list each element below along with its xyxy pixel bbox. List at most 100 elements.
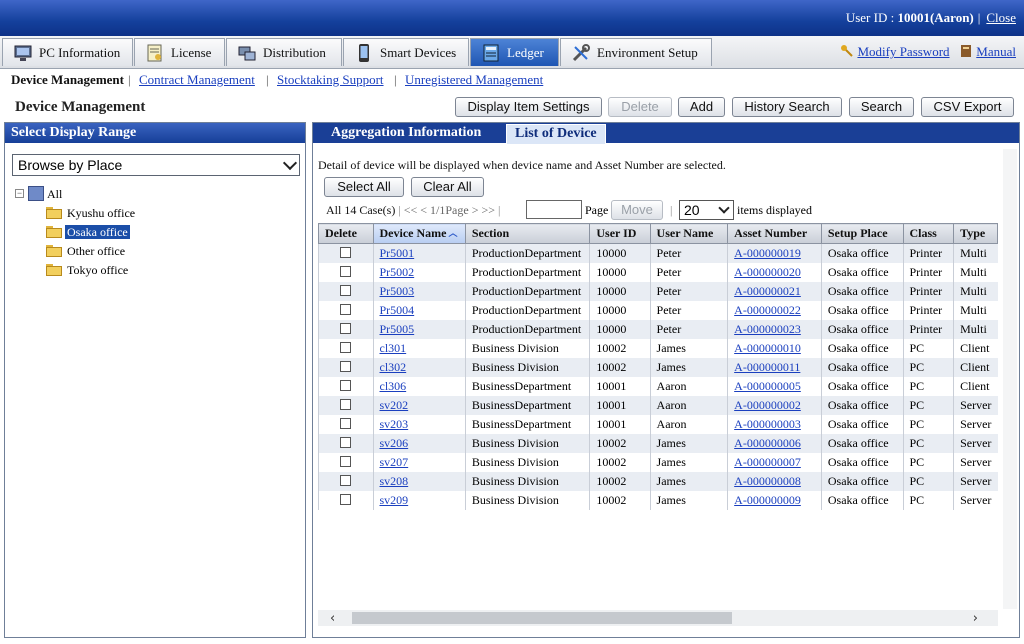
tree-node-tokyo-office[interactable]: Tokyo office: [15, 261, 135, 280]
move-button[interactable]: Move: [611, 200, 663, 220]
device-name-link[interactable]: sv209: [372, 491, 466, 510]
delete-checkbox[interactable]: [340, 418, 352, 429]
delete-checkbox[interactable]: [340, 285, 352, 296]
column-header-setup-place[interactable]: Setup Place: [820, 223, 904, 244]
device-name-link[interactable]: cl301: [372, 339, 466, 358]
top-links: Modify Password Manual: [840, 44, 1016, 60]
csv-export-button[interactable]: CSV Export: [921, 97, 1014, 117]
delete-cell: [318, 453, 373, 472]
asset-number-link[interactable]: A-000000019: [727, 243, 822, 263]
display-item-settings-button[interactable]: Display Item Settings: [455, 97, 602, 117]
setup-place-cell: Osaka office: [820, 263, 903, 282]
column-header-device-name[interactable]: Device Name ︿: [372, 223, 466, 244]
scroll-left-icon[interactable]: ‹: [330, 611, 335, 626]
delete-checkbox[interactable]: [340, 266, 352, 277]
user-id-cell: 10000: [589, 301, 651, 320]
device-name-link[interactable]: Pr5004: [372, 301, 466, 320]
device-name-link[interactable]: sv207: [372, 453, 466, 472]
tab-aggregation-information[interactable]: Aggregation Information: [323, 123, 489, 143]
asset-number-link[interactable]: A-000000021: [727, 282, 822, 301]
asset-number-link[interactable]: A-000000006: [727, 434, 822, 453]
collapse-icon[interactable]: −: [15, 189, 24, 198]
column-header-delete[interactable]: Delete: [318, 223, 374, 244]
select-all-button[interactable]: Select All: [324, 177, 404, 197]
column-header-user-id[interactable]: User ID: [589, 223, 651, 244]
close-link[interactable]: Close: [986, 10, 1016, 25]
user-id-cell: 10002: [589, 358, 651, 377]
tab-list-of-device[interactable]: List of Device: [506, 124, 606, 144]
subnav-contract-management[interactable]: Contract Management: [139, 72, 255, 88]
column-header-class[interactable]: Class: [902, 223, 955, 244]
column-header-section[interactable]: Section: [464, 223, 591, 244]
asset-number-link[interactable]: A-000000009: [727, 491, 822, 510]
history-search-button[interactable]: History Search: [732, 97, 842, 117]
tab-environment-setup[interactable]: Environment Setup: [560, 38, 712, 66]
modify-password-link[interactable]: Modify Password: [857, 44, 949, 59]
scrollbar-thumb[interactable]: [352, 612, 732, 624]
asset-number-link[interactable]: A-000000020: [727, 263, 822, 282]
tab-ledger[interactable]: Ledger: [470, 38, 559, 66]
device-name-link[interactable]: sv203: [372, 415, 466, 434]
tab-license[interactable]: License: [134, 38, 225, 66]
setup-place-cell: Osaka office: [820, 472, 903, 491]
delete-checkbox[interactable]: [340, 456, 352, 467]
device-name-link[interactable]: cl302: [372, 358, 466, 377]
subnav-stocktaking-support[interactable]: Stocktaking Support: [277, 72, 384, 88]
delete-checkbox[interactable]: [340, 323, 352, 334]
pager-controls[interactable]: << < 1/1Page > >>: [404, 203, 495, 217]
delete-checkbox[interactable]: [340, 399, 352, 410]
asset-number-link[interactable]: A-000000002: [727, 396, 822, 415]
sort-ascending-icon: ︿: [448, 228, 458, 238]
add-button[interactable]: Add: [678, 97, 725, 117]
table-row: cl301 Business Division 10002 James A-000000…: [318, 339, 998, 358]
asset-number-link[interactable]: A-000000022: [727, 301, 822, 320]
delete-checkbox[interactable]: [340, 437, 352, 448]
asset-number-link[interactable]: A-000000008: [727, 472, 822, 491]
tree-node-osaka-office[interactable]: Osaka office: [15, 223, 135, 242]
asset-number-link[interactable]: A-000000023: [727, 320, 822, 339]
search-button[interactable]: Search: [849, 97, 914, 117]
device-name-link[interactable]: Pr5002: [372, 263, 466, 282]
device-name-link[interactable]: Pr5003: [372, 282, 466, 301]
device-name-link[interactable]: Pr5001: [372, 243, 466, 263]
tree-node-kyushu-office[interactable]: Kyushu office: [15, 204, 135, 223]
asset-number-link[interactable]: A-000000010: [727, 339, 822, 358]
tab-smart-devices[interactable]: Smart Devices: [343, 38, 469, 66]
delete-checkbox[interactable]: [340, 380, 352, 391]
tab-pc-information[interactable]: PC Information: [2, 38, 133, 66]
clear-all-button[interactable]: Clear All: [411, 177, 484, 197]
column-header-user-name[interactable]: User Name: [649, 223, 729, 244]
delete-checkbox[interactable]: [340, 304, 352, 315]
device-name-link[interactable]: sv206: [372, 434, 466, 453]
horizontal-scrollbar[interactable]: ‹ ›: [318, 610, 998, 626]
manual-link[interactable]: Manual: [976, 44, 1016, 59]
delete-button[interactable]: Delete: [608, 97, 672, 117]
device-name-link[interactable]: sv208: [372, 472, 466, 491]
setup-place-cell: Osaka office: [820, 377, 903, 396]
device-name-link[interactable]: cl306: [372, 377, 466, 396]
delete-checkbox[interactable]: [340, 342, 352, 353]
delete-checkbox[interactable]: [340, 247, 352, 258]
page-input[interactable]: [526, 200, 582, 219]
delete-checkbox[interactable]: [340, 361, 352, 372]
vertical-scrollbar[interactable]: [1003, 149, 1017, 609]
tree-label: Kyushu office: [67, 206, 136, 220]
items-per-page-select[interactable]: 20: [679, 200, 734, 220]
sub-navigation: Device Management | Contract Management …: [0, 69, 1024, 91]
browse-select[interactable]: Browse by Place: [12, 154, 300, 176]
subnav-unregistered-management[interactable]: Unregistered Management: [405, 72, 543, 88]
asset-number-link[interactable]: A-000000007: [727, 453, 822, 472]
column-header-type[interactable]: Type: [953, 223, 998, 244]
tree-node-all[interactable]: − All: [15, 185, 135, 204]
asset-number-link[interactable]: A-000000005: [727, 377, 822, 396]
asset-number-link[interactable]: A-000000003: [727, 415, 822, 434]
scroll-right-icon[interactable]: ›: [973, 611, 978, 626]
column-header-asset-number[interactable]: Asset Number: [727, 223, 822, 244]
device-name-link[interactable]: sv202: [372, 396, 466, 415]
device-name-link[interactable]: Pr5005: [372, 320, 466, 339]
asset-number-link[interactable]: A-000000011: [727, 358, 822, 377]
tab-distribution[interactable]: Distribution: [226, 38, 342, 66]
delete-checkbox[interactable]: [340, 475, 352, 486]
delete-checkbox[interactable]: [340, 494, 352, 505]
tree-node-other-office[interactable]: Other office: [15, 242, 135, 261]
